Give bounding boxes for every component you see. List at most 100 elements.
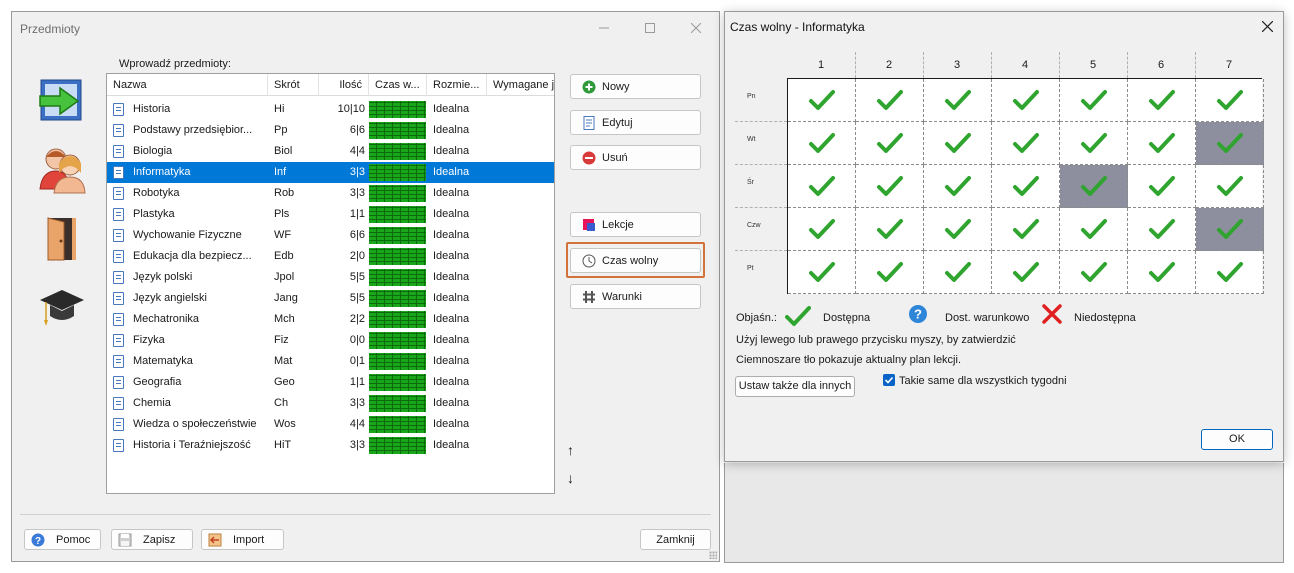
grid-cell[interactable] — [856, 208, 924, 251]
grid-cell[interactable] — [1060, 122, 1128, 165]
subjects-table[interactable]: Nazwa Skrót Ilość Czas w... Rozmie... Wy… — [106, 73, 555, 494]
grid-cell[interactable] — [924, 79, 992, 122]
period-header[interactable]: 6 — [1127, 59, 1195, 71]
minimize-icon[interactable] — [581, 12, 627, 44]
grid-cell[interactable] — [924, 122, 992, 165]
grid-cell[interactable] — [788, 79, 856, 122]
table-row[interactable]: Matematyka Mat 0|1 Idealna — [107, 351, 554, 372]
subject-qty: 6|6 — [349, 229, 365, 241]
table-row[interactable]: Wychowanie Fizyczne WF 6|6 Idealna — [107, 225, 554, 246]
table-row[interactable]: Informatyka Inf 3|3 Idealna — [107, 162, 554, 183]
grid-cell[interactable] — [992, 79, 1060, 122]
grid-cell[interactable] — [788, 251, 856, 294]
grid-cell[interactable] — [856, 251, 924, 294]
free-time-button[interactable]: Czas wolny — [570, 248, 701, 273]
conditions-button[interactable]: Warunki — [570, 284, 701, 309]
close-button[interactable]: Zamknij — [640, 529, 711, 550]
table-row[interactable]: Fizyka Fiz 0|0 Idealna — [107, 330, 554, 351]
table-row[interactable]: Mechatronika Mch 2|2 Idealna — [107, 309, 554, 330]
grid-cell[interactable] — [1128, 79, 1196, 122]
import-button[interactable]: Import — [201, 529, 284, 550]
grid-cell[interactable] — [1128, 122, 1196, 165]
resize-grip[interactable] — [709, 551, 717, 559]
table-row[interactable]: Edukacja dla bezpiecz... Edb 2|0 Idealna — [107, 246, 554, 267]
table-row[interactable]: Geografia Geo 1|1 Idealna — [107, 372, 554, 393]
grid-cell[interactable] — [992, 251, 1060, 294]
teachers-icon[interactable] — [38, 145, 86, 195]
move-up-button[interactable]: ↑ — [567, 442, 574, 458]
period-header[interactable]: 4 — [991, 59, 1059, 71]
period-header[interactable]: 1 — [787, 59, 855, 71]
grid-cell[interactable] — [1060, 165, 1128, 208]
dialog-close-icon[interactable] — [1255, 15, 1279, 37]
period-header[interactable]: 5 — [1059, 59, 1127, 71]
door-icon[interactable] — [38, 214, 86, 264]
help-button[interactable]: ? Pomoc — [24, 529, 101, 550]
grid-cell[interactable] — [856, 122, 924, 165]
grid-cell[interactable] — [924, 208, 992, 251]
grid-cell[interactable] — [1128, 251, 1196, 294]
delete-button[interactable]: Usuń — [570, 145, 701, 170]
table-row[interactable]: Podstawy przedsiębior... Pp 6|6 Idealna — [107, 120, 554, 141]
free-time-grid[interactable] — [787, 78, 1264, 294]
column-header-qty[interactable]: Ilość — [319, 74, 369, 96]
grid-cell[interactable] — [856, 165, 924, 208]
table-row[interactable]: Język angielski Jang 5|5 Idealna — [107, 288, 554, 309]
period-header[interactable]: 3 — [923, 59, 991, 71]
table-row[interactable]: Robotyka Rob 3|3 Idealna — [107, 183, 554, 204]
grid-cell[interactable] — [856, 79, 924, 122]
save-button[interactable]: Zapisz — [111, 529, 193, 550]
grid-cell[interactable] — [1060, 251, 1128, 294]
grid-cell[interactable] — [1196, 122, 1264, 165]
table-row[interactable]: Język polski Jpol 5|5 Idealna — [107, 267, 554, 288]
column-header-required[interactable]: Wymagane j — [487, 74, 554, 96]
column-header-free-time[interactable]: Czas w... — [369, 74, 427, 96]
grid-cell[interactable] — [924, 251, 992, 294]
grid-cell[interactable] — [992, 122, 1060, 165]
new-button[interactable]: Nowy — [570, 74, 701, 99]
move-down-button[interactable]: ↓ — [567, 470, 574, 486]
check-icon — [1216, 133, 1243, 153]
day-header[interactable]: Śr — [747, 179, 754, 186]
table-row[interactable]: Historia Hi 10|10 Idealna — [107, 99, 554, 120]
column-header-size[interactable]: Rozmie... — [427, 74, 487, 96]
grid-cell[interactable] — [1196, 79, 1264, 122]
grid-cell[interactable] — [788, 165, 856, 208]
close-icon[interactable] — [673, 12, 719, 44]
subject-short: Wos — [274, 418, 296, 430]
table-row[interactable]: Plastyka Pls 1|1 Idealna — [107, 204, 554, 225]
grid-cell[interactable] — [992, 165, 1060, 208]
grid-cell[interactable] — [1196, 208, 1264, 251]
set-for-others-button[interactable]: Ustaw także dla innych — [735, 376, 855, 397]
grid-cell[interactable] — [1128, 165, 1196, 208]
graduation-cap-icon[interactable] — [38, 282, 86, 332]
period-header[interactable]: 7 — [1195, 59, 1263, 71]
ok-button[interactable]: OK — [1201, 429, 1273, 450]
arrow-enter-icon[interactable] — [38, 76, 86, 126]
grid-cell[interactable] — [992, 208, 1060, 251]
grid-cell[interactable] — [1060, 79, 1128, 122]
column-header-name[interactable]: Nazwa — [107, 74, 268, 96]
grid-cell[interactable] — [1128, 208, 1196, 251]
edit-button[interactable]: Edytuj — [570, 110, 701, 135]
lessons-button[interactable]: Lekcje — [570, 212, 701, 237]
same-all-weeks-checkbox[interactable] — [883, 374, 895, 386]
period-header[interactable]: 2 — [855, 59, 923, 71]
grid-cell[interactable] — [1060, 208, 1128, 251]
table-row[interactable]: Chemia Ch 3|3 Idealna — [107, 393, 554, 414]
grid-cell[interactable] — [788, 208, 856, 251]
grid-cell[interactable] — [788, 122, 856, 165]
day-header[interactable]: Czw — [747, 222, 761, 229]
day-header[interactable]: Wt — [747, 136, 756, 143]
table-row[interactable]: Wiedza o społeczeństwie Wos 4|4 Idealna — [107, 414, 554, 435]
column-header-short[interactable]: Skrót — [268, 74, 319, 96]
table-row[interactable]: Biologia Biol 4|4 Idealna — [107, 141, 554, 162]
grid-cell[interactable] — [924, 165, 992, 208]
day-header[interactable]: Pt — [747, 265, 754, 272]
day-header[interactable]: Pn — [747, 93, 756, 100]
table-row[interactable]: Historia i Teraźniejszość HiT 3|3 Idealna — [107, 435, 554, 456]
grid-cell[interactable] — [1196, 251, 1264, 294]
maximize-icon[interactable] — [627, 12, 673, 44]
free-time-bar — [369, 101, 426, 118]
grid-cell[interactable] — [1196, 165, 1264, 208]
